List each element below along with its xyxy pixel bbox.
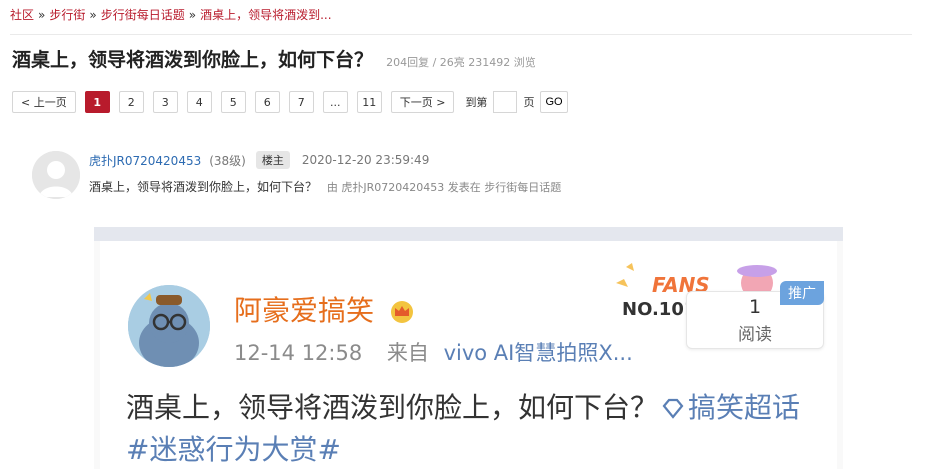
- breadcrumb-community[interactable]: 社区: [10, 8, 34, 22]
- read-label: 阅读: [738, 325, 772, 345]
- author-link[interactable]: 虎扑JR0720420453: [89, 152, 201, 169]
- topic-link-hashtag: #迷惑行为大赏#: [126, 433, 341, 466]
- page-button-6[interactable]: 6: [254, 91, 280, 113]
- post-image[interactable]: 阿豪爱搞笑 12-14 12:58 来自 vivo AI智慧拍照X... FAN…: [94, 227, 843, 469]
- weibo-time: 12-14 12:58: [234, 341, 363, 365]
- page-title: 酒桌上，领导将酒泼到你脸上，如何下台？: [12, 49, 374, 71]
- weibo-text-body: 酒桌上，领导将酒泼到你脸上，如何下台？: [126, 391, 659, 424]
- weibo-meta: 12-14 12:58 来自 vivo AI智慧拍照X...: [234, 337, 633, 367]
- default-avatar-icon: [32, 151, 80, 199]
- post-meta: 虎扑JR0720420453 (38级) 楼主 2020-12-20 23:59…: [89, 151, 429, 169]
- weibo-username-text: 阿豪爱搞笑: [234, 294, 375, 327]
- breadcrumb-separator: »: [188, 8, 197, 22]
- page-button-7[interactable]: 7: [288, 91, 314, 113]
- page-jump-input[interactable]: [493, 91, 518, 113]
- page-button-2[interactable]: 2: [118, 91, 144, 113]
- weibo-text: 酒桌上，领导将酒泼到你脸上，如何下台？ 搞笑超话 #迷惑行为大赏#: [126, 387, 826, 469]
- divider: [10, 34, 912, 35]
- jump-label: 到第: [465, 96, 488, 109]
- promo-tag: 推广: [780, 281, 824, 305]
- page-button-5[interactable]: 5: [220, 91, 246, 113]
- pagination: < 上一页 1 2 3 4 5 6 7 ... 11 下一页 > 到第 页 GO: [12, 90, 568, 114]
- page-button-3[interactable]: 3: [152, 91, 178, 113]
- posted-by: 由 虎扑JR0720420453 发表在 步行街每日话题: [326, 181, 562, 194]
- diamond-icon: [662, 398, 684, 419]
- page-button-1[interactable]: 1: [84, 91, 110, 113]
- breadcrumb-pedestrian-street[interactable]: 步行街: [49, 8, 85, 22]
- author-level: (38级): [209, 153, 246, 168]
- weibo-username: 阿豪爱搞笑: [234, 289, 415, 329]
- post-time: 2020-12-20 23:59:49: [301, 153, 430, 167]
- page-button-4[interactable]: 4: [186, 91, 212, 113]
- weibo-from: 来自: [386, 341, 429, 365]
- weibo-avatar: [128, 285, 210, 367]
- breadcrumb-separator: »: [38, 8, 46, 22]
- page-ellipsis-button[interactable]: ...: [322, 91, 348, 113]
- post-content: 酒桌上，领导将酒泼到你脸上，如何下台？: [89, 180, 318, 194]
- weibo-device: vivo AI智慧拍照X...: [443, 341, 633, 365]
- post-summary: 酒桌上，领导将酒泼到你脸上，如何下台？ 由 虎扑JR0720420453 发表在…: [89, 178, 561, 195]
- prev-page-button[interactable]: < 上一页: [12, 91, 76, 113]
- page-button-11[interactable]: 11: [356, 91, 382, 113]
- breadcrumb-current-thread[interactable]: 酒桌上，领导将酒泼到...: [200, 8, 331, 22]
- op-badge: 楼主: [255, 151, 290, 169]
- breadcrumb: 社区» 步行街» 步行街每日话题» 酒桌上，领导将酒泼到...: [10, 6, 332, 23]
- thread-stats: 204回复 / 26亮 231492 浏览: [386, 56, 536, 69]
- next-page-button[interactable]: 下一页 >: [390, 91, 455, 113]
- go-button[interactable]: GO: [540, 91, 568, 113]
- image-top-band: [94, 227, 843, 241]
- avatar[interactable]: [32, 151, 80, 199]
- jump-unit-label: 页: [523, 96, 535, 109]
- cartoon-avatar-icon: [128, 285, 210, 367]
- topic-link-super: 搞笑超话: [688, 391, 801, 424]
- breadcrumb-separator: »: [89, 8, 97, 22]
- weibo-card: 阿豪爱搞笑 12-14 12:58 来自 vivo AI智慧拍照X... FAN…: [100, 241, 837, 469]
- thread-header: 酒桌上，领导将酒泼到你脸上，如何下台？ 204回复 / 26亮 231492 浏…: [12, 45, 536, 72]
- breadcrumb-daily-topic[interactable]: 步行街每日话题: [101, 8, 185, 22]
- crown-icon: [390, 301, 413, 323]
